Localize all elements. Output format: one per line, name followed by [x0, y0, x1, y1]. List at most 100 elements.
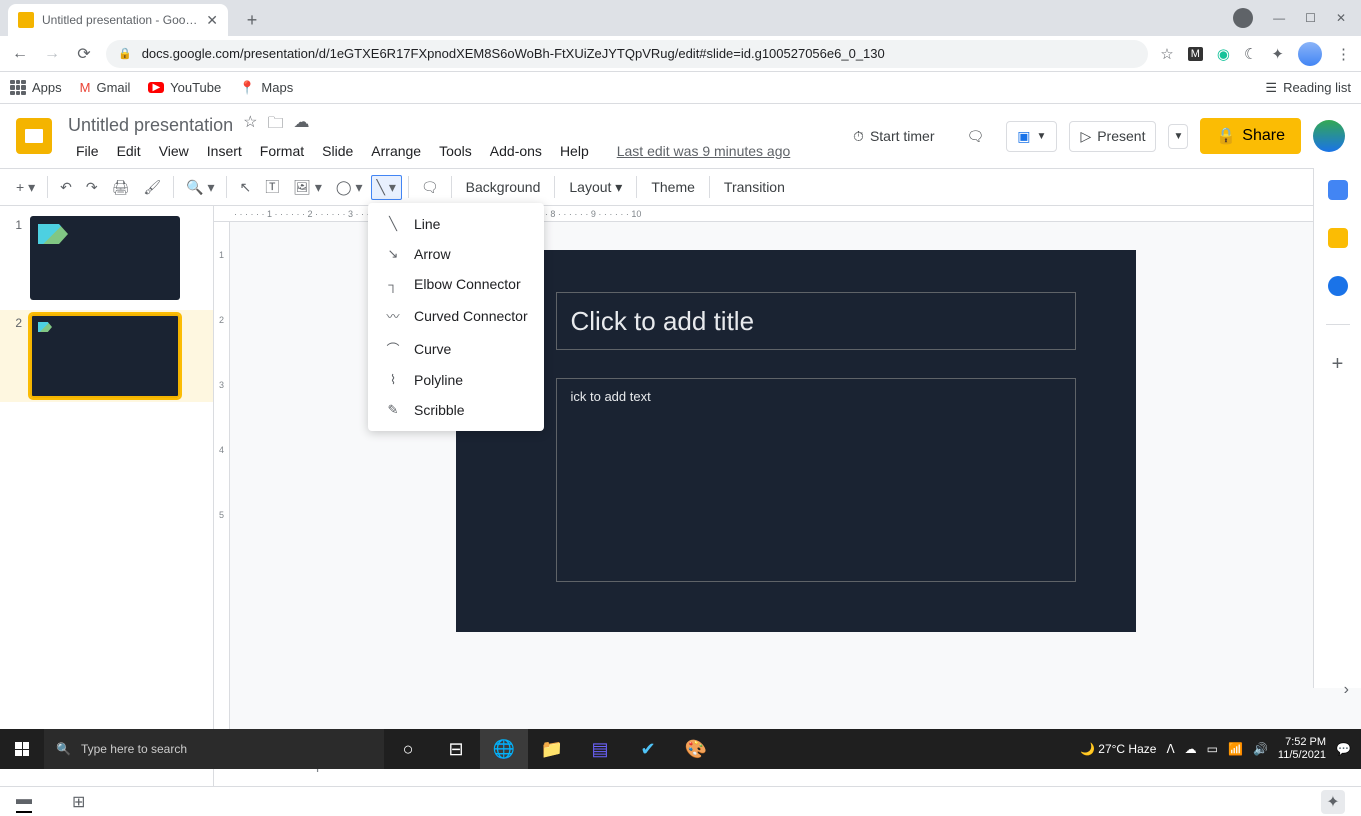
bookmarks-apps[interactable]: Apps — [10, 80, 62, 96]
move-document-icon[interactable]: 🗀 — [267, 112, 283, 139]
profile-badge-icon[interactable] — [1233, 8, 1253, 28]
slide-thumb[interactable] — [30, 314, 180, 398]
present-dropdown[interactable]: ▼ — [1168, 124, 1188, 149]
theme-button[interactable]: Theme — [643, 175, 703, 199]
new-tab-button[interactable]: + — [238, 6, 266, 34]
menu-slide[interactable]: Slide — [314, 141, 361, 161]
close-tab-icon[interactable]: ✕ — [206, 12, 218, 29]
start-timer-button[interactable]: ⏱Start timer — [843, 122, 945, 151]
keep-icon[interactable] — [1328, 228, 1348, 248]
select-tool[interactable]: ↖ — [233, 175, 257, 200]
share-button[interactable]: 🔒Share — [1200, 118, 1301, 154]
line-option-curve[interactable]: ⌒Curve — [368, 332, 544, 365]
minimize-icon[interactable]: — — [1273, 11, 1285, 25]
battery-icon[interactable]: ▭ — [1207, 742, 1218, 756]
line-option-curved[interactable]: 〰Curved Connector — [368, 299, 544, 332]
comments-button[interactable]: 🗨 — [957, 122, 995, 151]
slideshow-dropdown[interactable]: ▣▼ — [1006, 121, 1057, 152]
profile-avatar-icon[interactable] — [1298, 42, 1322, 66]
account-avatar[interactable] — [1313, 120, 1345, 152]
menu-help[interactable]: Help — [552, 141, 597, 161]
star-document-icon[interactable]: ☆ — [243, 112, 257, 139]
slide-body-placeholder[interactable]: ick to add text — [556, 378, 1076, 582]
taskbar-search[interactable]: 🔍Type here to search — [44, 729, 384, 769]
slide-title-placeholder[interactable]: Click to add title — [556, 292, 1076, 350]
forward-button[interactable]: → — [42, 45, 62, 63]
task-view-icon[interactable]: ⊟ — [432, 729, 480, 769]
app-icon[interactable]: ✔ — [624, 729, 672, 769]
new-slide-button[interactable]: + ▾ — [10, 175, 41, 200]
wifi-icon[interactable]: 📶 — [1228, 742, 1243, 756]
menu-insert[interactable]: Insert — [199, 141, 250, 161]
zoom-button[interactable]: 🔍 ▾ — [180, 175, 220, 200]
ext-c-icon[interactable]: ☾ — [1244, 45, 1257, 63]
volume-icon[interactable]: 🔊 — [1253, 742, 1268, 756]
menu-edit[interactable]: Edit — [109, 141, 149, 161]
menu-file[interactable]: File — [68, 141, 107, 161]
thumbnail-2[interactable]: 2 — [0, 310, 213, 402]
line-option-scribble[interactable]: ✎Scribble — [368, 395, 544, 425]
undo-button[interactable]: ↶ — [54, 175, 78, 200]
thumbnail-1[interactable]: 1 — [8, 216, 205, 300]
menu-view[interactable]: View — [151, 141, 197, 161]
tray-chevron-icon[interactable]: ᐱ — [1166, 742, 1174, 756]
line-option-line[interactable]: ╲Line — [368, 209, 544, 239]
document-title[interactable]: Untitled presentation — [68, 115, 233, 136]
menu-format[interactable]: Format — [252, 141, 312, 161]
reading-list[interactable]: ☰Reading list — [1265, 80, 1351, 96]
last-edit-link[interactable]: Last edit was 9 minutes ago — [609, 141, 799, 161]
textbox-tool[interactable]: 🅃 — [259, 173, 285, 201]
line-tool[interactable]: ╲ ▾ — [371, 175, 402, 200]
image-tool[interactable]: 🖼 ▾ — [287, 175, 328, 200]
cortana-icon[interactable]: ○ — [384, 729, 432, 769]
bookmark-maps[interactable]: 📍Maps — [239, 80, 293, 96]
line-option-polyline[interactable]: ⌇Polyline — [368, 365, 544, 395]
back-button[interactable]: ← — [10, 45, 30, 63]
background-button[interactable]: Background — [458, 175, 549, 199]
print-button[interactable]: 🖨 — [106, 175, 136, 200]
paint-format-button[interactable]: 🖌 — [137, 175, 167, 200]
start-button[interactable] — [0, 729, 44, 769]
comment-tool[interactable]: 🗨 — [415, 175, 445, 200]
tasks-icon[interactable] — [1328, 276, 1348, 296]
ext-m-icon[interactable]: M — [1188, 47, 1203, 61]
close-window-icon[interactable]: ✕ — [1336, 11, 1346, 25]
extensions-icon[interactable]: ✦ — [1271, 45, 1284, 63]
menu-arrange[interactable]: Arrange — [363, 141, 429, 161]
line-option-arrow[interactable]: ↘Arrow — [368, 239, 544, 269]
paint-app-icon[interactable]: 🎨 — [672, 729, 720, 769]
app-icon[interactable]: ▤ — [576, 729, 624, 769]
layout-button[interactable]: Layout ▾ — [561, 175, 630, 200]
redo-button[interactable]: ↷ — [80, 175, 104, 200]
calendar-icon[interactable] — [1328, 180, 1348, 200]
explorer-app-icon[interactable]: 📁 — [528, 729, 576, 769]
menu-addons[interactable]: Add-ons — [482, 141, 550, 161]
add-addon-icon[interactable]: + — [1332, 353, 1344, 376]
bookmark-gmail[interactable]: MGmail — [80, 80, 131, 95]
hide-sidepanel-icon[interactable]: › — [1344, 681, 1349, 699]
chrome-app-icon[interactable]: 🌐 — [480, 729, 528, 769]
bookmark-youtube[interactable]: ▶YouTube — [148, 80, 221, 95]
browser-menu-icon[interactable]: ⋮ — [1336, 45, 1351, 63]
slides-logo-icon[interactable] — [16, 118, 52, 154]
maximize-icon[interactable]: ☐ — [1305, 11, 1316, 25]
reload-button[interactable]: ⟳ — [74, 44, 94, 64]
shape-tool[interactable]: ◯ ▾ — [330, 175, 369, 200]
transition-button[interactable]: Transition — [716, 175, 793, 199]
grid-view-icon[interactable]: ⊞ — [72, 792, 85, 812]
ext-grammarly-icon[interactable]: ◉ — [1217, 45, 1230, 63]
filmstrip-view-icon[interactable]: ▬ — [16, 791, 32, 813]
slide-thumb[interactable] — [30, 216, 180, 300]
url-input[interactable]: 🔒 docs.google.com/presentation/d/1eGTXE6… — [106, 40, 1148, 68]
browser-tab[interactable]: Untitled presentation - Google S ✕ — [8, 4, 228, 36]
cloud-status-icon[interactable]: ☁ — [293, 112, 309, 139]
line-option-elbow[interactable]: ┐Elbow Connector — [368, 269, 544, 299]
weather-widget[interactable]: 🌙 27°C Haze — [1080, 742, 1156, 756]
star-icon[interactable]: ☆ — [1160, 45, 1173, 63]
menu-tools[interactable]: Tools — [431, 141, 480, 161]
present-button[interactable]: ▷Present — [1069, 121, 1156, 152]
current-slide[interactable]: Click to add title ick to add text — [456, 250, 1136, 632]
explore-button[interactable]: ✦ — [1321, 790, 1345, 814]
notifications-icon[interactable]: 💬 — [1336, 742, 1351, 756]
clock[interactable]: 7:52 PM 11/5/2021 — [1278, 736, 1326, 762]
